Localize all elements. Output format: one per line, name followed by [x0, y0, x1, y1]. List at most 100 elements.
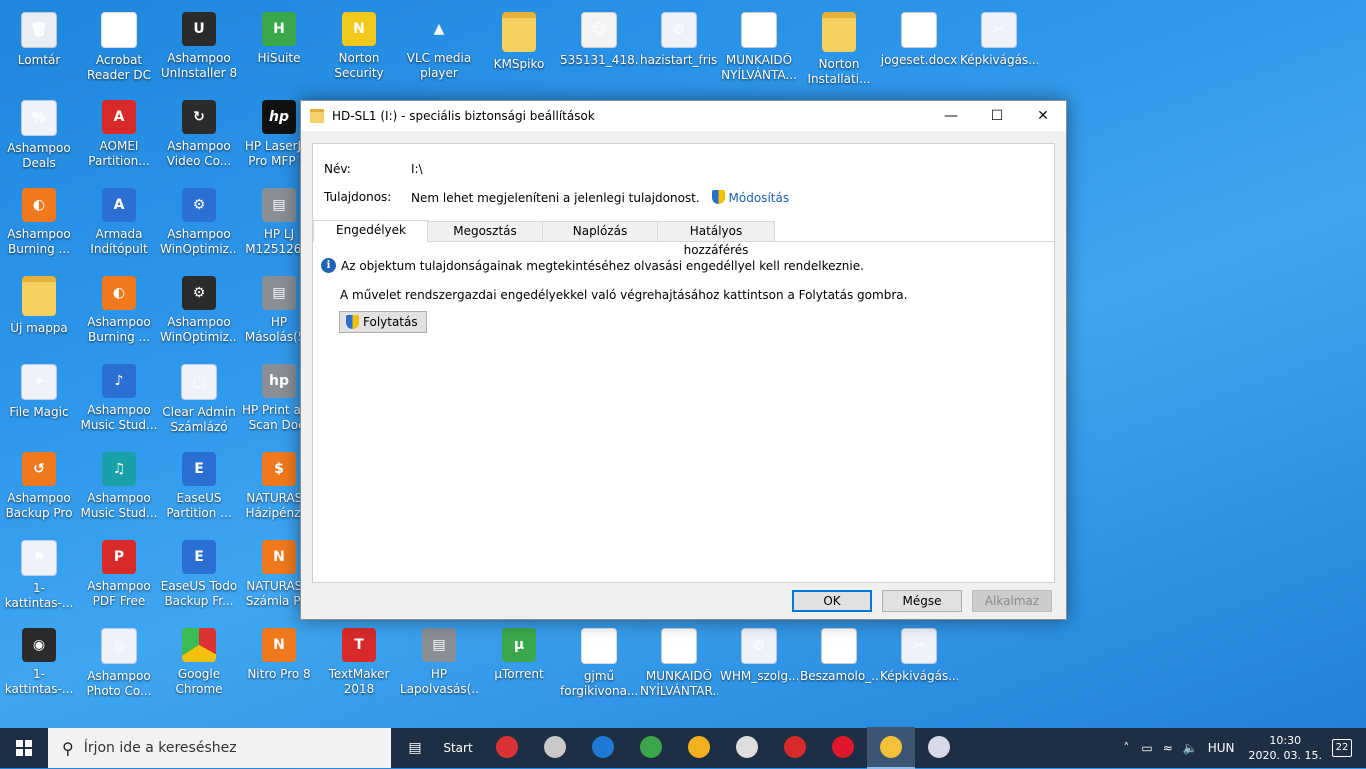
- desktop-icon[interactable]: P Ashampoo PDF Free: [80, 536, 158, 609]
- volume-icon[interactable]: 🔈: [1183, 741, 1198, 755]
- battery-icon[interactable]: ▭: [1141, 741, 1152, 755]
- desktop-icon[interactable]: ▲ VLC media player: [400, 8, 478, 81]
- desktop-icon-label: Armada Indítópult: [90, 227, 148, 256]
- desktop-icon[interactable]: µ µTorrent: [480, 624, 558, 682]
- desktop-icon[interactable]: ✦ File Magic: [0, 360, 78, 420]
- desktop-icon[interactable]: E EaseUS Partition ...: [160, 448, 238, 521]
- desktop-icon[interactable]: PDF gjmű forgikivona...: [560, 624, 638, 699]
- minimize-button[interactable]: —: [928, 101, 974, 131]
- app-icon: W: [741, 12, 777, 48]
- taskbar-app-button[interactable]: [771, 727, 819, 767]
- desktop-icon[interactable]: ▤ HP Lapolvasás(...: [400, 624, 478, 697]
- cancel-button[interactable]: Mégse: [882, 590, 962, 612]
- taskbar-app-button[interactable]: [675, 727, 723, 767]
- taskbar-app-button[interactable]: [627, 727, 675, 767]
- desktop-icon[interactable]: E EaseUS Todo Backup Fr...: [160, 536, 238, 609]
- desktop-icon[interactable]: N Nitro Pro 8: [240, 624, 318, 682]
- taskbar-app-button[interactable]: [915, 727, 963, 767]
- desktop-icon[interactable]: ↺ Ashampoo Backup Pro 14: [0, 448, 78, 521]
- ok-button[interactable]: OK: [792, 590, 872, 612]
- desktop-icon[interactable]: A AOMEI Partition...: [80, 96, 158, 169]
- desktop-icon[interactable]: ◎ Ashampoo Photo Co...: [80, 624, 158, 699]
- desktop-icon[interactable]: ◉ 1-kattintas-... (WO16): [0, 624, 78, 697]
- tab-permissions[interactable]: Engedélyek: [313, 220, 429, 243]
- desktop-icon-label: KMSpiko: [493, 57, 545, 71]
- desktop-icon[interactable]: X Beszamolo_...: [800, 624, 878, 684]
- desktop-icon[interactable]: N Norton Security Scan: [320, 8, 398, 81]
- taskbar-search-box[interactable]: ⚲ Írjon ide a kereséshez: [48, 728, 391, 768]
- desktop-icon[interactable]: ♪ Ashampoo Music Stud...: [80, 360, 158, 433]
- app-icon: ✂: [901, 628, 937, 664]
- desktop-icon[interactable]: ♫ Ashampoo Music Stud...: [80, 448, 158, 521]
- taskbar-app-button[interactable]: [483, 727, 531, 767]
- task-view-button[interactable]: ▤: [397, 728, 433, 768]
- change-owner-link[interactable]: Módosítás: [711, 190, 789, 205]
- desktop-icon[interactable]: W MUNKAIDŐ NYÍLVÁNTA...: [720, 8, 798, 83]
- desktop-icon-label: Ashampoo Photo Co...: [86, 669, 152, 698]
- language-indicator[interactable]: HUN: [1208, 741, 1235, 755]
- tab-auditing[interactable]: Naplózás: [542, 221, 658, 242]
- app-icon: A: [102, 188, 136, 222]
- close-button[interactable]: ✕: [1020, 101, 1066, 131]
- desktop-icon[interactable]: 🗑 Lomtár: [0, 8, 78, 68]
- desktop-icon[interactable]: ⚑ 1-kattintas-... (WO15): [0, 536, 78, 611]
- desktop-icon[interactable]: ▢ Clear Admin Számlázó: [160, 360, 238, 435]
- desktop-icon[interactable]: H HiSuite: [240, 8, 318, 66]
- desktop-icon-label: Ashampoo WinOptimiz...: [160, 227, 238, 256]
- uac-shield-icon: [711, 190, 725, 204]
- apply-button[interactable]: Alkalmaz: [972, 590, 1052, 612]
- start-button[interactable]: [0, 728, 48, 768]
- tab-effective-access[interactable]: Hatályos hozzáférés: [657, 221, 775, 257]
- taskbar-app-button[interactable]: [819, 727, 867, 767]
- desktop-icon[interactable]: ⚙ hazistart_fris...: [640, 8, 718, 68]
- desktop-icon[interactable]: ⚙ Ashampoo WinOptimiz...: [160, 272, 238, 345]
- desktop-icon-label: Ashampoo Video Co...: [166, 139, 232, 168]
- desktop-icon[interactable]: Norton Installati...: [800, 8, 878, 87]
- chrome-icon: [496, 736, 518, 758]
- desktop-icon[interactable]: ⚙ Ashampoo WinOptimiz...: [160, 184, 238, 257]
- taskbar-app-button[interactable]: [867, 727, 915, 769]
- windows-logo-icon: [16, 740, 32, 756]
- app-icon: ▢: [181, 364, 217, 400]
- taskbar-app-button[interactable]: [723, 727, 771, 767]
- desktop-icon[interactable]: ↻ Ashampoo Video Co...: [160, 96, 238, 169]
- desktop-icon[interactable]: ◐ Ashampoo Burning ...: [80, 272, 158, 345]
- tab-sharing[interactable]: Megosztás: [427, 221, 543, 242]
- show-hidden-icons-button[interactable]: ˄: [1123, 741, 1129, 755]
- desktop-icon[interactable]: T TextMaker 2018: [320, 624, 398, 697]
- file-explorer-icon: [880, 736, 902, 758]
- desktop-icon[interactable]: ⚙ WHM_szolg...: [720, 624, 798, 684]
- taskbar-app-button[interactable]: [531, 727, 579, 767]
- app-icon: ▲: [433, 20, 445, 37]
- app-icon: [182, 628, 216, 662]
- maximize-button[interactable]: ☐: [974, 101, 1020, 131]
- desktop-icon[interactable]: ✂ Képkivágás...: [960, 8, 1038, 68]
- desktop-icon[interactable]: W MUNKAIDŐ NYÍLVÁNTAR...: [640, 624, 718, 699]
- desktop-icon[interactable]: A Acrobat Reader DC: [80, 8, 158, 83]
- desktop-icon[interactable]: U Ashampoo UnInstaller 8: [160, 8, 238, 81]
- dialog-title: HD-SL1 (I:) - speciális biztonsági beáll…: [332, 109, 595, 123]
- desktop-icon[interactable]: ◐ Ashampoo Burning ...: [0, 184, 78, 257]
- desktop-icon[interactable]: Wjogeset.docx: [880, 8, 958, 68]
- desktop-icon[interactable]: ☺ 535131_418...: [560, 8, 638, 68]
- desktop-icon[interactable]: KMSpiko: [480, 8, 558, 72]
- desktop-icon-label: WHM_szolg...: [720, 669, 798, 683]
- desktop-icon[interactable]: A Armada Indítópult: [80, 184, 158, 257]
- desktop-icon[interactable]: ✂ Képkivágás...: [880, 624, 958, 684]
- app-icon: [822, 12, 856, 52]
- continue-button[interactable]: Folytatás: [339, 311, 427, 333]
- info-text: Az objektum tulajdonságainak megtekintés…: [341, 258, 864, 273]
- advanced-security-dialog: HD-SL1 (I:) - speciális biztonsági beáll…: [300, 100, 1067, 620]
- desktop-icon[interactable]: Új mappa: [0, 272, 78, 336]
- notification-center-button[interactable]: 22: [1332, 739, 1352, 757]
- owner-text: Nem lehet megjeleníteni a jelenlegi tula…: [411, 191, 700, 205]
- desktop-icon[interactable]: Google Chrome: [160, 624, 238, 697]
- network-icon[interactable]: ≈: [1163, 741, 1173, 755]
- desktop-icon-label: VLC media player: [406, 51, 472, 80]
- desktop-icon[interactable]: % Ashampoo Deals: [0, 96, 78, 171]
- desktop-icon-label: 1-kattintas-... (WO16): [4, 667, 74, 696]
- taskbar-app-button[interactable]: [579, 727, 627, 767]
- continue-label: Folytatás: [363, 315, 418, 329]
- clock[interactable]: 10:30 2020. 03. 15.: [1249, 733, 1322, 763]
- start-menu-app[interactable]: Start: [433, 728, 483, 768]
